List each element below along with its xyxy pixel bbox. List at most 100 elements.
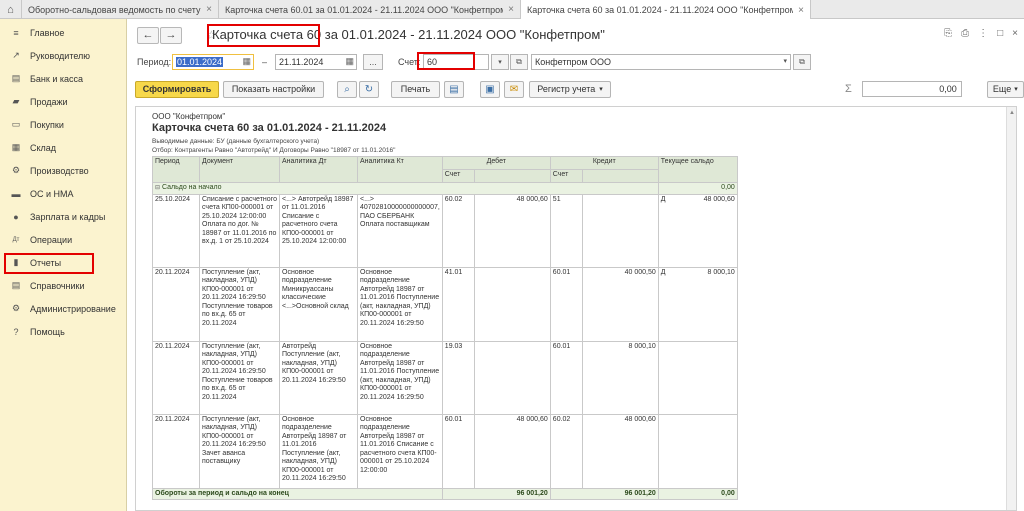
- sidebar-item-assets[interactable]: ▬ ОС и НМА: [0, 182, 126, 205]
- collapse-icon[interactable]: ⊟: [155, 185, 160, 191]
- cell-debit-sum[interactable]: [473, 340, 551, 415]
- sidebar-item-help[interactable]: ? Помощь: [0, 320, 126, 343]
- cell-analytics-kt[interactable]: Основное подразделение Автотрейд 18987 о…: [357, 413, 443, 489]
- cell-debit-sum[interactable]: 48 000,60: [473, 413, 551, 489]
- period-label: Период:: [137, 57, 172, 67]
- close-icon[interactable]: ×: [508, 4, 514, 15]
- scroll-up-icon[interactable]: ▲: [1009, 110, 1015, 116]
- close-icon[interactable]: ×: [1012, 28, 1018, 39]
- cell-balance[interactable]: [657, 413, 738, 489]
- cell-document[interactable]: Поступление (акт, накладная, УПД) КП00-0…: [199, 340, 280, 415]
- printer-icon[interactable]: ⎙: [961, 28, 969, 39]
- cell-period[interactable]: 20.11.2024: [152, 266, 200, 342]
- close-icon[interactable]: ×: [798, 5, 804, 16]
- sidebar-item-label: Справочники: [30, 280, 85, 291]
- cell-debit-account[interactable]: 19.03: [441, 340, 475, 415]
- sidebar-item-salary[interactable]: ● Зарплата и кадры: [0, 205, 126, 228]
- totals-credit[interactable]: 96 001,20: [549, 487, 659, 500]
- organization-value: Конфетпром ООО: [535, 57, 612, 67]
- sidebar-item-operations[interactable]: Дт Операции: [0, 228, 126, 251]
- preview-button[interactable]: ▤: [444, 80, 464, 98]
- cell-credit-sum[interactable]: [581, 193, 659, 268]
- cell-debit-account[interactable]: 60.02: [441, 193, 475, 268]
- sidebar-item-production[interactable]: ⚙ Производство: [0, 159, 126, 182]
- cell-analytics-dt[interactable]: Автотрейд Поступление (акт, накладная, У…: [279, 340, 358, 415]
- chevron-down-icon[interactable]: ▾: [784, 57, 788, 65]
- cell-credit-sum[interactable]: 8 000,10: [581, 340, 659, 415]
- bank-icon: ▤: [11, 73, 21, 83]
- cell-period[interactable]: 20.11.2024: [152, 340, 200, 415]
- sidebar-item-purchases[interactable]: ▭ Покупки: [0, 113, 126, 136]
- cell-credit-sum[interactable]: 48 000,60: [581, 413, 659, 489]
- cell-debit-sum[interactable]: 48 000,60: [473, 193, 551, 268]
- opening-balance-label[interactable]: ⊟ Сальдо на начало: [152, 182, 659, 195]
- cell-balance[interactable]: Д 8 000,10: [657, 266, 738, 342]
- organization-input[interactable]: Конфетпром ООО ▾: [531, 54, 792, 70]
- home-icon[interactable]: ⌂: [0, 0, 22, 19]
- cell-debit-account[interactable]: 41.01: [441, 266, 475, 342]
- account-dropdown-button[interactable]: ▾: [491, 54, 510, 70]
- sidebar-item-bank[interactable]: ▤ Банк и касса: [0, 67, 126, 90]
- cell-credit-account[interactable]: 51: [549, 193, 583, 268]
- cell-analytics-kt[interactable]: <...> 40702810000000000007, ПАО СБЕРБАНК…: [357, 193, 443, 268]
- totals-balance[interactable]: 0,00: [657, 487, 738, 500]
- cell-credit-account[interactable]: 60.02: [549, 413, 583, 489]
- toolbar: Сформировать Показать настройки ⌕ ↻ Печа…: [127, 79, 1024, 99]
- sidebar-item-sales[interactable]: ▰ Продажи: [0, 90, 126, 113]
- cell-debit-sum[interactable]: [473, 266, 551, 342]
- account-open-button[interactable]: ⧉: [510, 54, 529, 70]
- totals-label[interactable]: Обороты за период и сальдо на конец: [152, 487, 443, 500]
- calendar-icon[interactable]: ▦: [346, 56, 355, 67]
- totals-debit[interactable]: 96 001,20: [441, 487, 551, 500]
- print-button[interactable]: Печать: [391, 80, 440, 98]
- cell-period[interactable]: 20.11.2024: [152, 413, 200, 489]
- save-button[interactable]: ▣: [480, 80, 500, 98]
- generate-button[interactable]: Сформировать: [135, 80, 219, 98]
- organization-open-button[interactable]: ⧉: [793, 54, 812, 70]
- tab-card-6001[interactable]: Карточка счета 60.01 за 01.01.2024 - 21.…: [219, 0, 521, 19]
- cell-period[interactable]: 25.10.2024: [152, 193, 200, 268]
- cell-credit-sum[interactable]: 40 000,50: [581, 266, 659, 342]
- date-to-input[interactable]: 21.11.2024 ▦: [275, 54, 358, 70]
- cell-analytics-kt[interactable]: Основное подразделение Автотрейд 18987 о…: [357, 340, 443, 415]
- tab-card-60[interactable]: Карточка счета 60 за 01.01.2024 - 21.11.…: [521, 0, 811, 20]
- back-button[interactable]: ←: [137, 26, 159, 44]
- cell-analytics-dt[interactable]: Основное подразделение Автотрейд 18987 о…: [279, 413, 358, 489]
- cell-analytics-dt[interactable]: <...> Автотрейд 18987 от 11.01.2016 Спис…: [279, 193, 358, 268]
- sum-field[interactable]: 0,00: [861, 81, 962, 97]
- maximize-icon[interactable]: □: [997, 28, 1003, 39]
- sidebar-item-main[interactable]: ≡ Главное: [0, 21, 126, 44]
- warehouse-icon: ▦: [11, 142, 21, 152]
- cell-balance[interactable]: Д 48 000,60: [657, 193, 738, 268]
- show-settings-button[interactable]: Показать настройки: [223, 80, 324, 98]
- cell-document[interactable]: Поступление (акт, накладная, УПД) КП00-0…: [199, 266, 280, 342]
- forward-button[interactable]: →: [160, 26, 182, 44]
- close-icon[interactable]: ×: [206, 4, 212, 15]
- cell-debit-account[interactable]: 60.01: [441, 413, 475, 489]
- sidebar-item-warehouse[interactable]: ▦ Склад: [0, 136, 126, 159]
- menu-icon[interactable]: ⋮: [978, 28, 988, 39]
- cell-analytics-dt[interactable]: Основное подразделение Миникруассаны кла…: [279, 266, 358, 342]
- sidebar-item-admin[interactable]: ⚙ Администрирование: [0, 297, 126, 320]
- find-button[interactable]: ⌕: [337, 80, 357, 98]
- cell-credit-account[interactable]: 60.01: [549, 340, 583, 415]
- sidebar-item-director[interactable]: ↗ Руководителю: [0, 44, 126, 67]
- cell-document[interactable]: Списание с расчетного счета КП00-000001 …: [199, 193, 280, 268]
- vertical-scrollbar[interactable]: ▲: [1006, 107, 1016, 510]
- date-from-input[interactable]: 01.01.2024 ▦: [172, 54, 254, 70]
- date-from-value: 01.01.2024: [176, 57, 224, 67]
- more-button[interactable]: Еще ▾: [986, 80, 1024, 98]
- period-select-button[interactable]: ...: [363, 54, 384, 70]
- attach-icon[interactable]: ⎘: [944, 28, 952, 39]
- cell-document[interactable]: Поступление (акт, накладная, УПД) КП00-0…: [199, 413, 280, 489]
- sidebar-item-reports[interactable]: ▮ Отчеты: [0, 251, 126, 274]
- cell-analytics-kt[interactable]: Основное подразделение Автотрейд 18987 о…: [357, 266, 443, 342]
- cell-balance[interactable]: [657, 340, 738, 415]
- cell-credit-account[interactable]: 60.01: [549, 266, 583, 342]
- calendar-icon[interactable]: ▦: [242, 56, 251, 67]
- tab-osv[interactable]: Оборотно-сальдовая ведомость по счету 60…: [22, 0, 219, 19]
- sidebar-item-catalogs[interactable]: ▤ Справочники: [0, 274, 126, 297]
- register-button[interactable]: Регистр учета ▾: [529, 80, 611, 98]
- email-button[interactable]: ✉: [504, 80, 524, 98]
- find-next-button[interactable]: ↻: [359, 80, 379, 98]
